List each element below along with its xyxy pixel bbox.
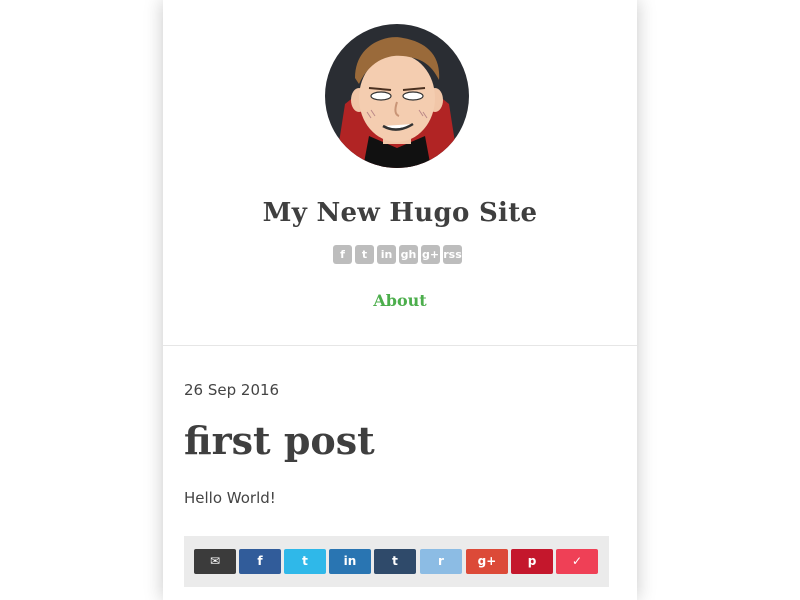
share-pinterest-button[interactable]: p (511, 549, 553, 574)
rss-icon[interactable]: rss (443, 245, 462, 264)
github-icon[interactable]: gh (399, 245, 418, 264)
nav-about-link[interactable]: About (163, 291, 637, 310)
share-twitter-button[interactable]: t (284, 549, 326, 574)
linkedin-icon[interactable]: in (377, 245, 396, 264)
site-title[interactable]: My New Hugo Site (163, 198, 637, 228)
page-container: My New Hugo Site f t in gh g+ rss About … (163, 0, 637, 600)
social-links: f t in gh g+ rss (333, 245, 467, 264)
post-title[interactable]: first post (184, 418, 375, 463)
avatar[interactable] (325, 24, 469, 168)
share-pocket-button[interactable]: ✓ (556, 549, 598, 574)
share-email-button[interactable]: ✉ (194, 549, 236, 574)
post-body: Hello World! (184, 489, 276, 507)
share-googleplus-button[interactable]: g+ (466, 549, 508, 574)
googleplus-icon[interactable]: g+ (421, 245, 440, 264)
share-facebook-button[interactable]: f (239, 549, 281, 574)
share-tumblr-button[interactable]: t (374, 549, 416, 574)
twitter-icon[interactable]: t (355, 245, 374, 264)
site-header: My New Hugo Site f t in gh g+ rss About (163, 0, 637, 346)
share-linkedin-button[interactable]: in (329, 549, 371, 574)
facebook-icon[interactable]: f (333, 245, 352, 264)
share-reddit-button[interactable]: r (420, 549, 462, 574)
post-date: 26 Sep 2016 (184, 381, 280, 399)
share-bar: ✉ f t in t r g+ p ✓ (184, 536, 609, 587)
